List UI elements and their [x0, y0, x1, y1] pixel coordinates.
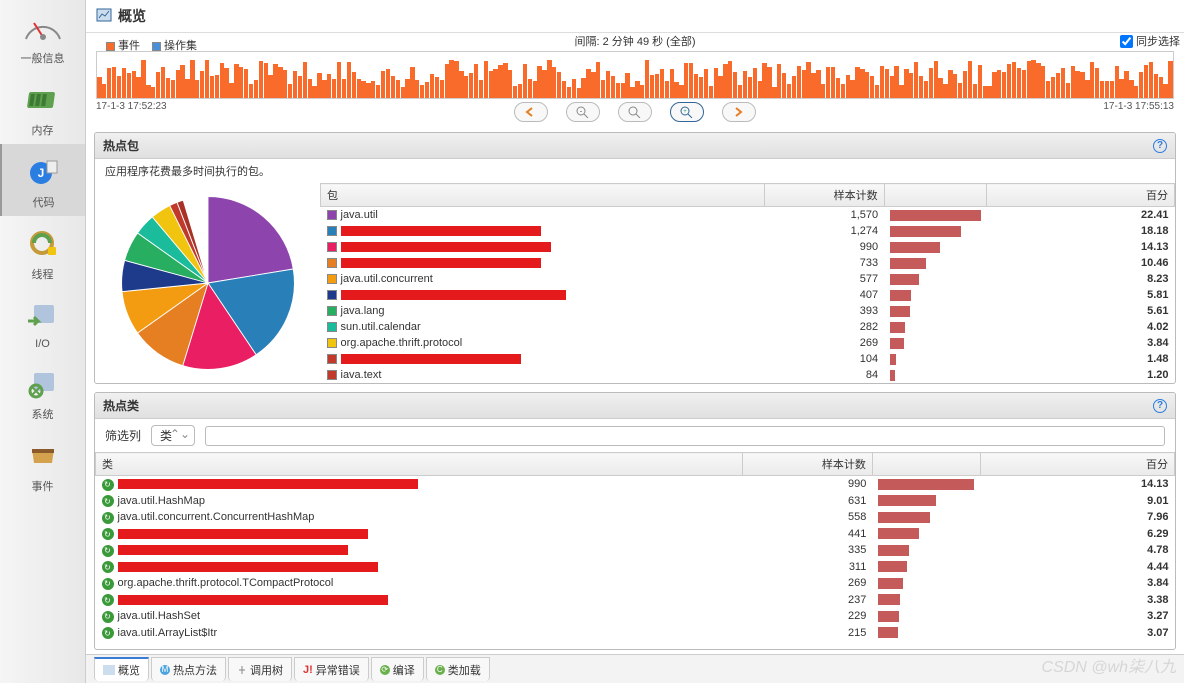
sidebar-label: 内存 — [32, 122, 54, 138]
sidebar-item-memory[interactable]: 内存 — [0, 72, 85, 144]
table-row[interactable]: iava.text841.20 — [321, 367, 1175, 383]
page-title: 概览 — [118, 6, 146, 26]
pie-chart — [95, 183, 320, 383]
svg-text:+: + — [683, 109, 687, 115]
hot-classes-table: 类 样本计数 百分 ↻99014.13↻java.util.HashMap631… — [95, 452, 1175, 641]
sidebar-item-general[interactable]: 一般信息 — [0, 0, 85, 72]
col-pct[interactable]: 百分 — [987, 184, 1175, 207]
sidebar-label: 线程 — [32, 266, 54, 282]
zoom-out-button[interactable]: - — [566, 102, 600, 122]
table-row[interactable]: 1041.48 — [321, 351, 1175, 367]
table-row[interactable]: java.util.concurrent5778.23 — [321, 271, 1175, 287]
col-samples[interactable]: 样本计数 — [765, 184, 885, 207]
table-row[interactable]: ↻java.util.HashSet2293.27 — [96, 608, 1175, 625]
table-row[interactable]: ↻3354.78 — [96, 542, 1175, 559]
code-icon: J — [24, 152, 64, 192]
table-row[interactable]: ↻3114.44 — [96, 559, 1175, 576]
title-bar: 概览 — [86, 0, 1184, 33]
nav-left-button[interactable] — [514, 102, 548, 122]
sidebar-item-io[interactable]: I/O — [0, 288, 85, 356]
table-row[interactable]: ↻java.util.HashMap6319.01 — [96, 493, 1175, 510]
nav-right-button[interactable] — [722, 102, 756, 122]
system-icon — [23, 364, 63, 404]
sidebar-item-code[interactable]: J 代码 — [0, 144, 85, 216]
hot-packages-panel: 热点包? 应用程序花费最多时间执行的包。 包 样本计数 百分 java.util… — [94, 132, 1176, 384]
filter-label: 筛选列 — [105, 427, 141, 444]
sidebar-item-events[interactable]: 事件 — [0, 428, 85, 500]
sidebar-label: 事件 — [32, 478, 54, 494]
sidebar-label: 一般信息 — [21, 50, 65, 66]
legend-actions-box — [152, 42, 161, 51]
table-row[interactable]: ↻2373.38 — [96, 592, 1175, 609]
sidebar-label: 代码 — [33, 194, 55, 210]
table-row[interactable]: ↻iava.util.ArrayList$Itr2153.07 — [96, 625, 1175, 642]
table-row[interactable]: ↻99014.13 — [96, 476, 1175, 493]
filter-column-select[interactable]: 类 ⌃⌄ — [151, 425, 195, 446]
help-icon[interactable]: ? — [1153, 139, 1167, 153]
table-row[interactable]: 99014.13 — [321, 239, 1175, 255]
zoom-in-button[interactable]: + — [670, 102, 704, 122]
table-row[interactable]: java.util1,57022.41 — [321, 207, 1175, 224]
bottom-tabs: 概览 M热点方法 调用树 J!异常错误 ⟳编译 C类加载 — [86, 654, 1184, 683]
memory-icon — [23, 80, 63, 120]
svg-text:-: - — [580, 109, 582, 115]
panel-title: 热点包 — [103, 137, 139, 154]
gauge-icon — [23, 8, 63, 48]
filter-input[interactable] — [205, 426, 1165, 446]
io-icon — [23, 296, 63, 336]
events-icon — [23, 436, 63, 476]
col-pct[interactable]: 百分 — [980, 453, 1174, 476]
tab-exceptions[interactable]: J!异常错误 — [294, 657, 369, 681]
tab-hot-methods[interactable]: M热点方法 — [151, 657, 226, 681]
sidebar-label: 系统 — [32, 406, 54, 422]
table-row[interactable]: 4075.81 — [321, 287, 1175, 303]
panel-title: 热点类 — [103, 397, 139, 414]
col-samples[interactable]: 样本计数 — [743, 453, 872, 476]
table-row[interactable]: ↻org.apache.thrift.protocol.TCompactProt… — [96, 575, 1175, 592]
interval-label: 间隔: 2 分钟 49 秒 (全部) — [574, 33, 695, 49]
help-icon[interactable]: ? — [1153, 399, 1167, 413]
sidebar-label: I/O — [35, 338, 50, 350]
zoom-reset-button[interactable] — [618, 102, 652, 122]
sidebar-item-system[interactable]: 系统 — [0, 356, 85, 428]
panel-subtitle: 应用程序花费最多时间执行的包。 — [95, 159, 1175, 183]
timeline-chart[interactable] — [96, 51, 1174, 99]
thread-icon — [23, 224, 63, 264]
sidebar-item-threads[interactable]: 线程 — [0, 216, 85, 288]
table-row[interactable]: 1,27418.18 — [321, 223, 1175, 239]
tab-compile[interactable]: ⟳编译 — [371, 657, 424, 681]
legend-events-box — [106, 42, 115, 51]
overview-icon — [96, 8, 112, 25]
col-class[interactable]: 类 — [96, 453, 743, 476]
sidebar: 一般信息 内存 J 代码 线程 I/O 系统 事件 — [0, 0, 86, 683]
table-row[interactable]: ↻4416.29 — [96, 526, 1175, 543]
hot-classes-panel: 热点类? 筛选列 类 ⌃⌄ 类 样本计数 百分 ↻99014.13↻java.u… — [94, 392, 1176, 650]
hot-packages-table: 包 样本计数 百分 java.util1,57022.411,27418.189… — [320, 183, 1175, 383]
table-row[interactable]: 73310.46 — [321, 255, 1175, 271]
table-row[interactable]: sun.util.calendar2824.02 — [321, 319, 1175, 335]
table-row[interactable]: java.lang3935.61 — [321, 303, 1175, 319]
tab-call-tree[interactable]: 调用树 — [228, 657, 292, 681]
svg-text:J: J — [37, 166, 44, 180]
table-row[interactable]: org.apache.thrift.protocol2693.84 — [321, 335, 1175, 351]
tab-overview[interactable]: 概览 — [94, 657, 149, 681]
sync-checkbox[interactable]: 同步选择 — [1120, 33, 1180, 49]
table-row[interactable]: ↻java.util.concurrent.ConcurrentHashMap5… — [96, 509, 1175, 526]
tab-classload[interactable]: C类加载 — [426, 657, 490, 681]
col-package[interactable]: 包 — [321, 184, 765, 207]
